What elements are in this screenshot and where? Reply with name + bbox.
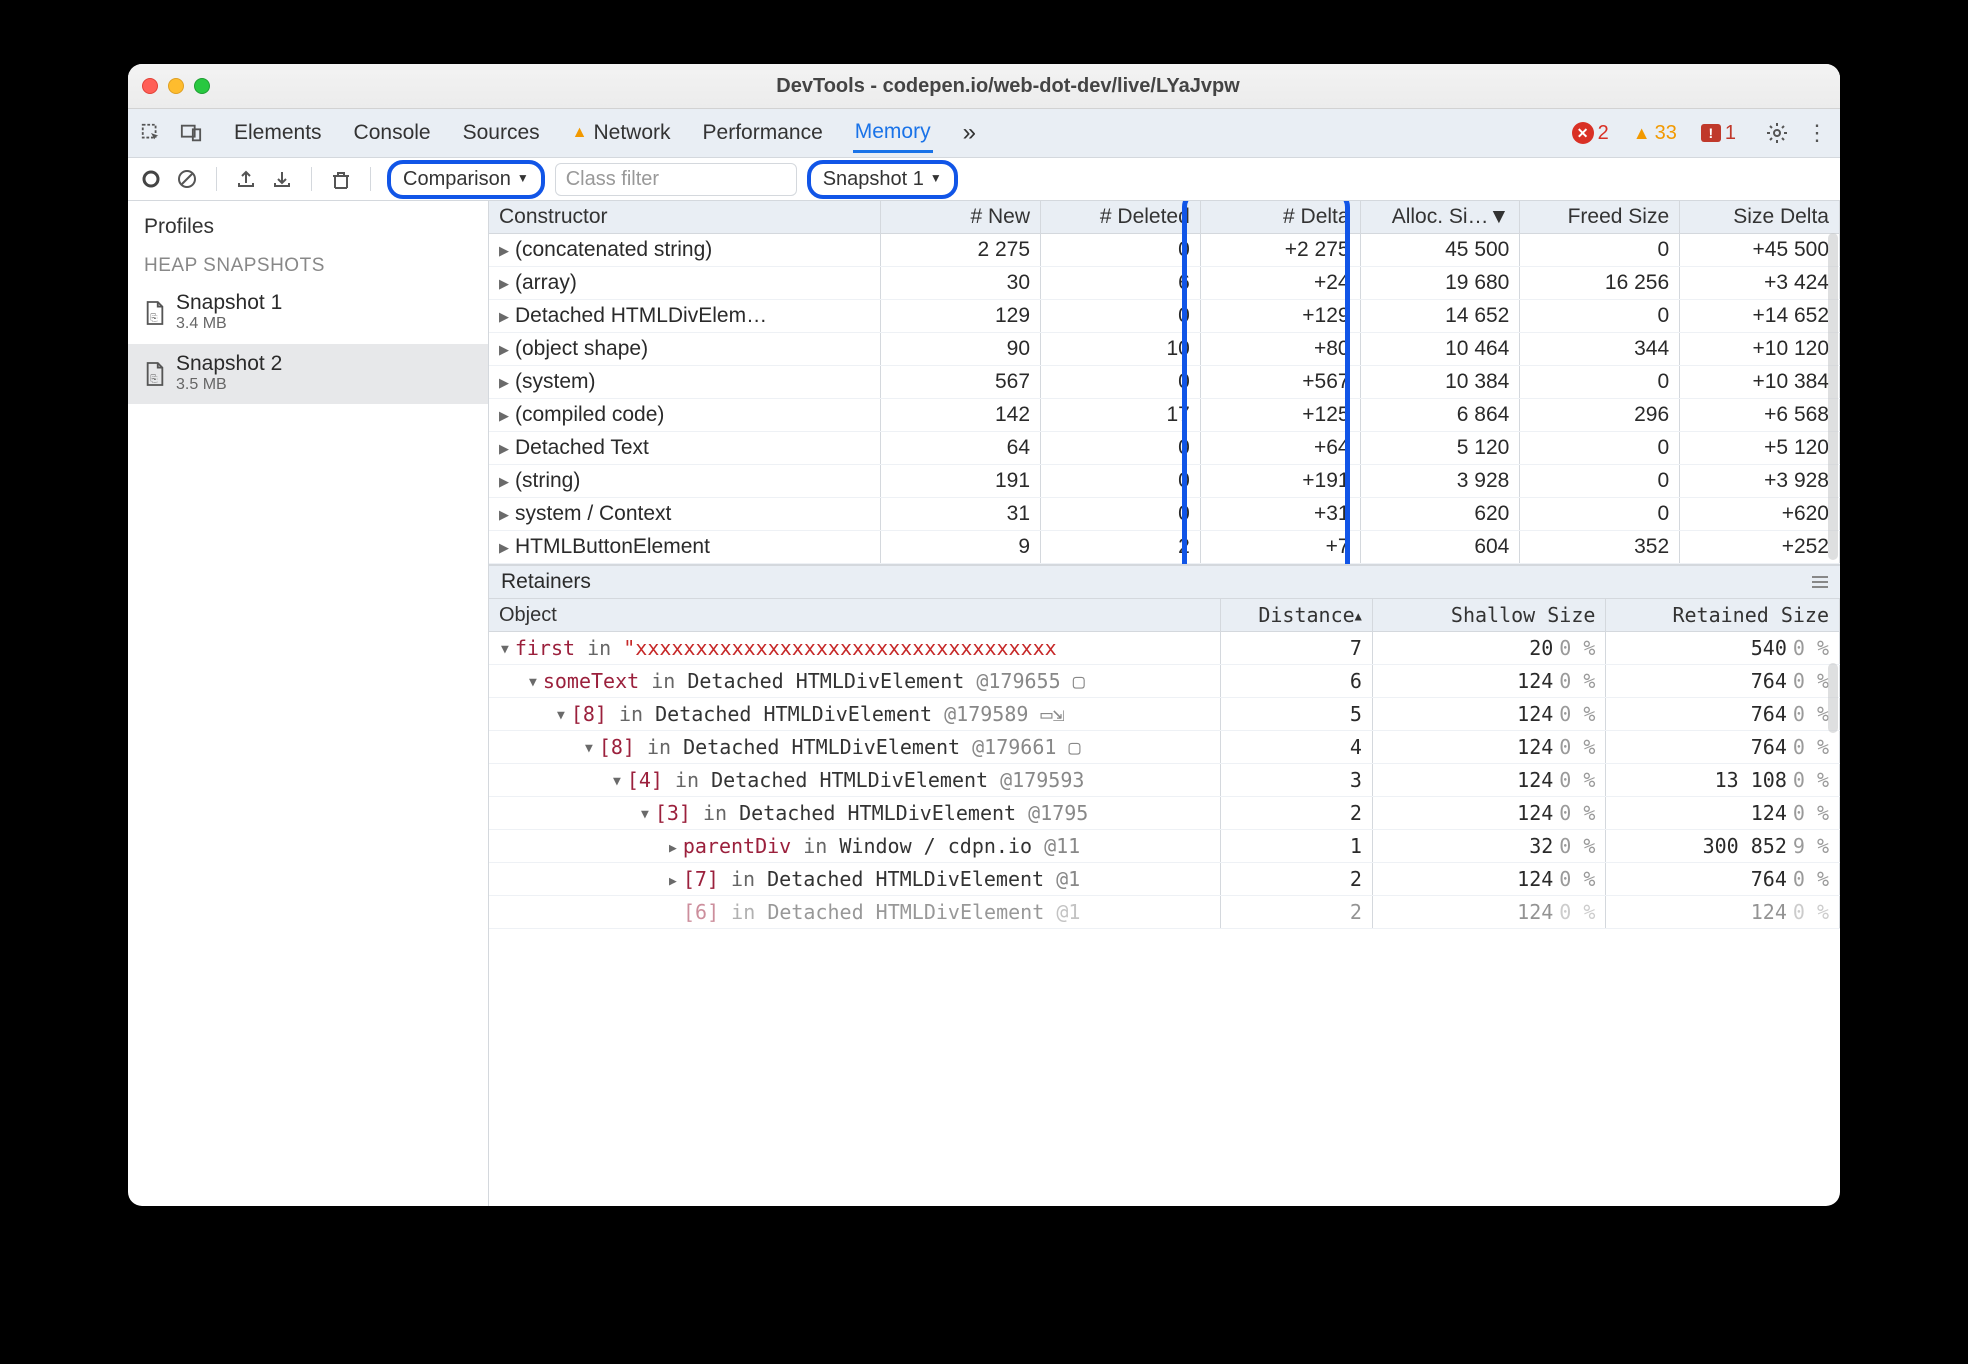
sidebar-section: HEAP SNAPSHOTS	[128, 243, 488, 283]
comparison-table-wrap: Constructor# New# Deleted# DeltaAlloc. S…	[489, 201, 1840, 565]
import-icon[interactable]	[269, 166, 295, 192]
table-row[interactable]: ▶(concatenated string) 2 2750+2 275 45 5…	[489, 234, 1840, 267]
device-toolbar-icon[interactable]	[178, 120, 204, 146]
retainer-row[interactable]: ▼someText in Detached HTMLDivElement @17…	[489, 665, 1840, 698]
record-icon[interactable]	[138, 166, 164, 192]
table-row[interactable]: ▶(compiled code) 14217+125 6 864296+6 56…	[489, 399, 1840, 432]
retainer-row[interactable]: ▼[8] in Detached HTMLDivElement @179661 …	[489, 731, 1840, 764]
retainer-row[interactable]: ▶[7] in Detached HTMLDivElement @1 2 124…	[489, 863, 1840, 896]
snapshot-file-icon: ⎘	[144, 300, 166, 324]
table-row[interactable]: ▶(array) 306+24 19 68016 256+3 424	[489, 267, 1840, 300]
inspect-element-icon[interactable]	[138, 120, 164, 146]
memory-toolbar: Comparison▼ Class filter Snapshot 1▼	[128, 158, 1840, 201]
retainer-row[interactable]: ▼[3] in Detached HTMLDivElement @1795 2 …	[489, 797, 1840, 830]
issues-count[interactable]: !1	[1701, 122, 1736, 145]
snapshot-file-icon: ⎘	[144, 361, 166, 385]
column-header[interactable]: Freed Size	[1520, 201, 1680, 234]
memory-main: Constructor# New# Deleted# DeltaAlloc. S…	[489, 201, 1840, 1206]
retainer-row[interactable]: ▼[8] in Detached HTMLDivElement @179589 …	[489, 698, 1840, 731]
column-header[interactable]: # New	[881, 201, 1041, 234]
table-row[interactable]: ▶Detached Text 640+64 5 1200+5 120	[489, 432, 1840, 465]
tab-console[interactable]: Console	[352, 115, 433, 151]
column-header[interactable]: Retained Size	[1606, 599, 1840, 632]
table-row[interactable]: ▶Detached HTMLDivElem… 1290+129 14 6520+…	[489, 300, 1840, 333]
settings-icon[interactable]	[1764, 120, 1790, 146]
retainer-row[interactable]: ▼first in "xxxxxxxxxxxxxxxxxxxxxxxxxxxxx…	[489, 632, 1840, 665]
window-close-button[interactable]	[142, 78, 158, 94]
svg-text:⎘: ⎘	[150, 373, 157, 383]
error-count[interactable]: ✕2	[1572, 122, 1609, 145]
baseline-snapshot-select[interactable]: Snapshot 1▼	[807, 160, 958, 199]
table-row[interactable]: ▶HTMLButtonElement 92+7 604352+252	[489, 531, 1840, 564]
sidebar-snapshot-item[interactable]: ⎘ Snapshot 23.5 MB	[128, 344, 488, 405]
table-row[interactable]: ▶system / Context 310+31 6200+620	[489, 498, 1840, 531]
clear-icon[interactable]	[174, 166, 200, 192]
svg-text:⎘: ⎘	[150, 313, 157, 323]
tab-network[interactable]: Network	[570, 115, 673, 151]
retainer-row[interactable]: ▶parentDiv in Window / cdpn.io @11 1 320…	[489, 830, 1840, 863]
retainers-table[interactable]: ObjectDistance▲Shallow SizeRetained Size…	[489, 599, 1840, 929]
window-title: DevTools - codepen.io/web-dot-dev/live/L…	[230, 75, 1826, 98]
window-zoom-button[interactable]	[194, 78, 210, 94]
class-filter-input[interactable]: Class filter	[555, 163, 797, 196]
retainer-row[interactable]: ▼[4] in Detached HTMLDivElement @179593 …	[489, 764, 1840, 797]
tab-memory[interactable]: Memory	[853, 114, 933, 153]
window-minimize-button[interactable]	[168, 78, 184, 94]
column-header[interactable]: Alloc. Si…▼	[1360, 201, 1520, 234]
tabs-overflow-button[interactable]: »	[961, 113, 978, 153]
sidebar-title: Profiles	[128, 201, 488, 243]
tab-sources[interactable]: Sources	[461, 115, 542, 151]
panel-tabs: Elements Console Sources Network Perform…	[232, 113, 978, 153]
retainer-row[interactable]: [6] in Detached HTMLDivElement @1 2 1240…	[489, 896, 1840, 929]
column-header[interactable]: Object	[489, 599, 1220, 632]
tab-performance[interactable]: Performance	[701, 115, 825, 151]
column-header[interactable]: # Delta	[1200, 201, 1360, 234]
column-header[interactable]: # Deleted	[1041, 201, 1201, 234]
column-header[interactable]: Distance▲	[1220, 599, 1372, 632]
table-row[interactable]: ▶(object shape) 9010+80 10 464344+10 120	[489, 333, 1840, 366]
snapshot-name: Snapshot 1	[176, 291, 282, 315]
snapshot-size: 3.4 MB	[176, 315, 282, 333]
window-titlebar: DevTools - codepen.io/web-dot-dev/live/L…	[128, 64, 1840, 109]
snapshot-name: Snapshot 2	[176, 352, 282, 376]
sidebar-snapshot-item[interactable]: ⎘ Snapshot 13.4 MB	[128, 283, 488, 344]
comparison-table[interactable]: Constructor# New# Deleted# DeltaAlloc. S…	[489, 201, 1840, 564]
table-row[interactable]: ▶(string) 1910+191 3 9280+3 928	[489, 465, 1840, 498]
snapshot-size: 3.5 MB	[176, 376, 282, 394]
profiles-sidebar: Profiles HEAP SNAPSHOTS ⎘ Snapshot 13.4 …	[128, 201, 489, 1206]
column-header[interactable]: Size Delta	[1680, 201, 1840, 234]
warning-count[interactable]: ▲33	[1633, 122, 1677, 145]
tab-elements[interactable]: Elements	[232, 115, 324, 151]
column-header[interactable]: Constructor	[489, 201, 881, 234]
more-menu-icon[interactable]: ⋮	[1804, 120, 1830, 146]
table-row[interactable]: ▶(system) 5670+567 10 3840+10 384	[489, 366, 1840, 399]
scrollbar-thumb[interactable]	[1828, 663, 1838, 733]
export-icon[interactable]	[233, 166, 259, 192]
panel-tabstrip: Elements Console Sources Network Perform…	[128, 109, 1840, 158]
column-header[interactable]: Shallow Size	[1372, 599, 1606, 632]
collect-garbage-icon[interactable]	[328, 166, 354, 192]
retainers-table-wrap: ObjectDistance▲Shallow SizeRetained Size…	[489, 599, 1840, 1206]
devtools-window: DevTools - codepen.io/web-dot-dev/live/L…	[128, 64, 1840, 1206]
scrollbar-thumb[interactable]	[1828, 233, 1838, 560]
retainers-header: Retainers	[489, 565, 1840, 599]
view-mode-select[interactable]: Comparison▼	[387, 160, 545, 199]
retainers-menu-icon[interactable]	[1812, 576, 1828, 588]
